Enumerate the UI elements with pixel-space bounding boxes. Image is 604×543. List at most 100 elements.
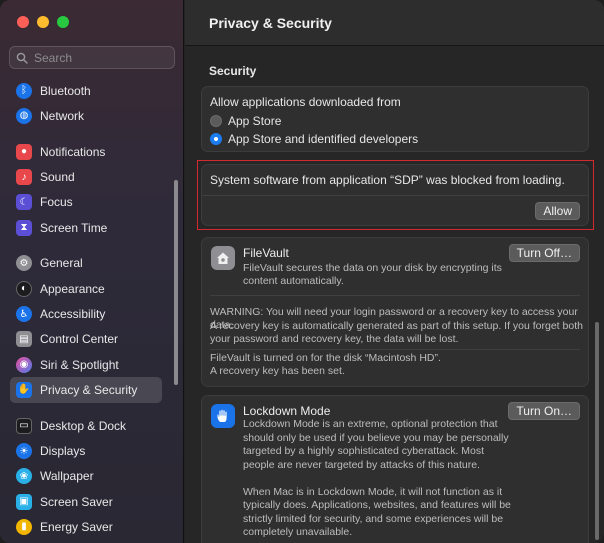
zoom-window-button[interactable]: [57, 16, 69, 28]
accessibility-icon: ♿: [16, 306, 32, 323]
filevault-turn-off-button[interactable]: Turn Off…: [508, 244, 580, 262]
sidebar-item-screen-time[interactable]: ⧗ Screen Time: [10, 215, 162, 240]
lockdown-desc-line: completely unavailable.: [243, 526, 353, 538]
sidebar-item-label: Siri & Spotlight: [40, 357, 119, 372]
sidebar-item-displays[interactable]: ☀ Displays: [10, 438, 162, 463]
bluetooth-icon: ᛒ: [16, 82, 32, 99]
allow-apps-label: Allow applications downloaded from: [210, 95, 401, 109]
siri-icon: ◉: [16, 356, 32, 373]
system-settings-window: Search ᛒ Bluetooth ◍ Network ● Notificat…: [0, 0, 604, 543]
sidebar-item-siri-spotlight[interactable]: ◉ Siri & Spotlight: [10, 352, 162, 377]
search-field[interactable]: Search: [9, 46, 175, 69]
sidebar-item-control-center[interactable]: ▤ Control Center: [10, 327, 162, 352]
lockdown-desc-line: typically does. Applications, websites, …: [243, 499, 511, 511]
filevault-warning-line: A recovery key is automatically generate…: [210, 320, 583, 332]
sound-icon: ♪: [16, 169, 32, 186]
lockdown-desc-line: targeted by a highly sophisticated cyber…: [243, 445, 485, 457]
network-icon: ◍: [16, 107, 32, 124]
radio-button-on[interactable]: [210, 133, 222, 145]
control-center-icon: ▤: [16, 331, 32, 348]
sidebar-item-label: Focus: [40, 195, 73, 210]
sidebar-item-wallpaper[interactable]: ❀ Wallpaper: [10, 464, 162, 489]
radio-button-off[interactable]: [210, 115, 222, 127]
sidebar-item-label: Desktop & Dock: [40, 418, 127, 433]
allow-apps-card: Allow applications downloaded from App S…: [201, 86, 589, 152]
close-window-button[interactable]: [17, 16, 29, 28]
lockdown-title: Lockdown Mode: [243, 404, 331, 418]
sidebar-item-label: Control Center: [40, 332, 119, 347]
focus-icon: ☾: [16, 194, 32, 211]
sidebar-item-label: General: [40, 256, 83, 271]
notifications-icon: ●: [16, 143, 32, 160]
lockdown-hand-icon: [211, 404, 235, 428]
search-icon: [16, 52, 28, 64]
lockdown-desc-line: people are never targeted by attacks of …: [243, 459, 480, 471]
sidebar-item-privacy-security[interactable]: ✋ Privacy & Security: [10, 377, 162, 403]
radio-app-store[interactable]: App Store: [210, 112, 281, 130]
filevault-house-icon: [211, 246, 235, 270]
sidebar-item-label: Displays: [40, 444, 86, 458]
sidebar-item-label: Accessibility: [40, 307, 106, 322]
main-pane: Privacy & Security Security Allow applic…: [185, 0, 604, 543]
filevault-desc-line: FileVault secures the data on your disk …: [243, 262, 502, 274]
sidebar-item-general[interactable]: ⚙ General: [10, 251, 162, 276]
sidebar-item-label: Sound: [40, 170, 75, 185]
sidebar-item-label: Notifications: [40, 144, 106, 159]
sidebar-item-sound[interactable]: ♪ Sound: [10, 164, 162, 189]
main-scrollbar[interactable]: [595, 322, 599, 540]
sidebar-item-desktop-dock[interactable]: ▭ Desktop & Dock: [10, 413, 162, 438]
sidebar-item-focus[interactable]: ☾ Focus: [10, 190, 162, 215]
lockdown-desc-line: should only be used if you believe you m…: [243, 432, 509, 444]
window-controls: [17, 16, 69, 28]
sidebar-item-bluetooth[interactable]: ᛒ Bluetooth: [10, 78, 162, 103]
desktop-dock-icon: ▭: [16, 417, 32, 434]
sidebar-item-label: Energy Saver: [40, 519, 113, 534]
filevault-title: FileVault: [243, 246, 289, 260]
sidebar-item-label: Wallpaper: [40, 469, 94, 484]
screen-time-icon: ⧗: [16, 219, 32, 236]
sidebar-item-network[interactable]: ◍ Network: [10, 103, 162, 128]
displays-icon: ☀: [16, 443, 32, 459]
divider: [210, 295, 580, 296]
sidebar-item-label: Appearance: [40, 281, 105, 296]
lockdown-desc-line: When Mac is in Lockdown Mode, it will no…: [243, 486, 503, 498]
filevault-status-line: A recovery key has been set.: [210, 365, 345, 377]
radio-label: App Store and identified developers: [228, 132, 419, 146]
wallpaper-icon: ❀: [16, 468, 32, 485]
sidebar-list: ᛒ Bluetooth ◍ Network ● Notifications ♪ …: [10, 78, 162, 540]
sidebar-item-notifications[interactable]: ● Notifications: [10, 139, 162, 164]
section-title-security: Security: [209, 64, 257, 78]
appearance-icon: ◐: [16, 280, 32, 297]
radio-app-store-identified[interactable]: App Store and identified developers: [210, 130, 418, 148]
sidebar-item-label: Privacy & Security: [40, 382, 138, 397]
screen-saver-icon: ▣: [16, 493, 32, 510]
sidebar-item-label: Screen Time: [40, 220, 108, 235]
sidebar-item-accessibility[interactable]: ♿ Accessibility: [10, 301, 162, 326]
sidebar-scrollbar[interactable]: [174, 180, 178, 385]
general-icon: ⚙: [16, 255, 32, 272]
divider: [210, 349, 580, 350]
energy-saver-icon: ▮: [16, 518, 32, 535]
title-bar: Privacy & Security: [185, 0, 604, 46]
minimize-window-button[interactable]: [37, 16, 49, 28]
lockdown-desc-line: Lockdown Mode is an extreme, optional pr…: [243, 418, 498, 430]
lockdown-desc-line: strictly limited for security, and some …: [243, 513, 504, 525]
sidebar-item-label: Screen Saver: [40, 494, 113, 509]
sidebar-item-screen-saver[interactable]: ▣ Screen Saver: [10, 489, 162, 514]
radio-label: App Store: [228, 114, 282, 128]
sidebar-item-appearance[interactable]: ◐ Appearance: [10, 276, 162, 301]
sidebar-item-label: Network: [40, 108, 85, 123]
sidebar-item-energy-saver[interactable]: ▮ Energy Saver: [10, 514, 162, 539]
search-placeholder: Search: [34, 50, 73, 65]
filevault-desc-line: content automatically.: [243, 275, 344, 287]
filevault-status-line: FileVault is turned on for the disk “Mac…: [210, 352, 441, 364]
privacy-hand-icon: ✋: [16, 381, 32, 398]
filevault-card: FileVault Turn Off… FileVault secures th…: [201, 237, 589, 387]
page-title: Privacy & Security: [209, 15, 332, 31]
filevault-warning-line: your password and recovery key, the data…: [210, 333, 459, 345]
sidebar-item-label: Bluetooth: [40, 83, 91, 98]
lockdown-turn-on-button[interactable]: Turn On…: [508, 402, 580, 420]
highlight-outline: [197, 160, 594, 230]
lockdown-card: Lockdown Mode Turn On… Lockdown Mode is …: [201, 395, 589, 543]
sidebar: Search ᛒ Bluetooth ◍ Network ● Notificat…: [0, 0, 184, 543]
